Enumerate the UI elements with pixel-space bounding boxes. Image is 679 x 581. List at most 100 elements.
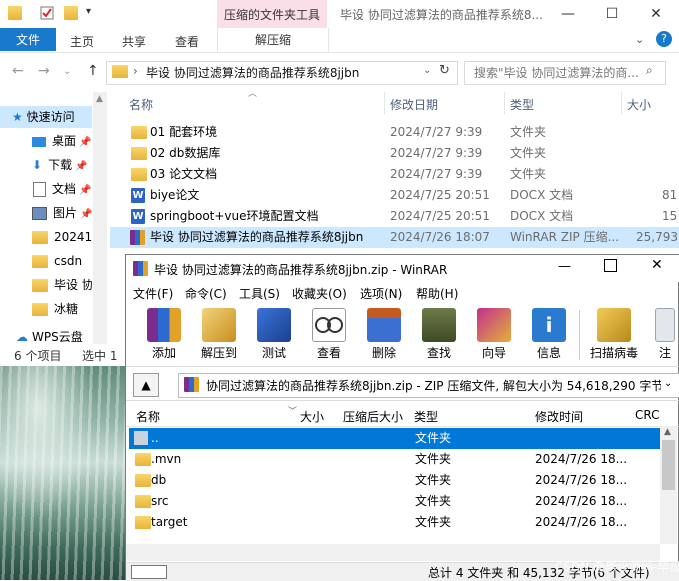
pin-icon: 📌 (72, 161, 88, 172)
winrar-app-icon[interactable] (133, 261, 148, 276)
sidebar-item-desktop[interactable]: 桌面 📌 (0, 130, 92, 152)
sidebar-item-bingtang[interactable]: 冰糖 (0, 298, 92, 320)
sidebar-item-quick-access[interactable]: ★ 快速访问 (0, 106, 92, 128)
column-divider[interactable] (504, 92, 505, 114)
winrar-minimize-button[interactable]: — (558, 259, 571, 274)
new-folder-icon[interactable] (64, 6, 78, 20)
ribbon-expand-icon[interactable]: ⌄ (635, 33, 644, 46)
sidebar-item-downloads[interactable]: ⬇ 下载 📌 (0, 154, 92, 176)
file-row[interactable]: 03 论文文档 2024/7/27 9:39 文件夹 (110, 164, 679, 185)
rar-column-packed[interactable]: 压缩后大小 (343, 408, 403, 425)
menu-favorites[interactable]: 收藏夹(O) (292, 285, 347, 302)
rar-column-size[interactable]: 大小 (300, 408, 324, 425)
winrar-close-button[interactable]: ✕ (651, 257, 663, 273)
pin-icon: 📌 (77, 209, 92, 220)
tab-home[interactable]: 主页 (70, 33, 94, 50)
winrar-maximize-button[interactable] (604, 259, 617, 272)
folder-icon[interactable] (8, 6, 22, 20)
archive-row[interactable]: src 文件夹 2024/7/26 18... (129, 491, 660, 512)
file-row[interactable]: W biye论文 2024/7/25 20:51 DOCX 文档 81 (110, 185, 679, 206)
address-text[interactable]: 毕设 协同过滤算法的商品推荐系统8jjbn (146, 64, 359, 81)
quick-access-dropdown-icon[interactable]: ▾ (86, 6, 91, 17)
cloud-icon: ☁ (16, 330, 28, 344)
up-arrow-icon: ▲ (141, 378, 151, 392)
file-row[interactable]: 01 配套环境 2024/7/27 9:39 文件夹 (110, 122, 679, 143)
column-divider[interactable] (621, 92, 622, 114)
scroll-up-icon[interactable]: ▲ (96, 94, 103, 104)
rar-column-name[interactable]: 名称 (136, 408, 160, 425)
folder-icon (32, 303, 48, 316)
toolbar-add-button[interactable]: 添加 (136, 306, 192, 364)
maximize-button[interactable]: ☐ (590, 0, 634, 28)
sidebar-item-bishe[interactable]: 毕设 协 (0, 274, 92, 296)
back-icon[interactable]: ← (12, 63, 24, 79)
tab-share[interactable]: 共享 (122, 33, 146, 50)
menu-tools[interactable]: 工具(S) (239, 285, 280, 302)
file-row-selected[interactable]: 毕设 协同过滤算法的商品推荐系统8jjbn 2024/7/26 18:07 Wi… (110, 227, 679, 248)
toolbar-test-button[interactable]: 测试 (246, 306, 302, 364)
toolbar-find-button[interactable]: 查找 (411, 306, 467, 364)
minimize-button[interactable]: — (546, 0, 590, 28)
sort-ascending-icon: ︿ (248, 89, 258, 99)
recent-dropdown-icon[interactable]: ⌄ (63, 66, 71, 77)
add-archive-icon (147, 308, 181, 342)
toolbar-view-button[interactable]: 查看 (301, 306, 357, 364)
column-date[interactable]: 修改日期 (390, 96, 438, 113)
sidebar-item-pictures[interactable]: 图片 📌 (0, 202, 92, 224)
column-divider[interactable] (384, 92, 385, 114)
toolbar-comment-button[interactable]: 注 (651, 306, 679, 364)
extract-to-icon (202, 308, 236, 342)
toolbar-wizard-button[interactable]: 向导 (466, 306, 522, 364)
sidebar-item-csdn[interactable]: csdn (0, 250, 92, 272)
wizard-icon (477, 308, 511, 342)
address-dropdown-icon[interactable]: ⌄ (423, 65, 431, 76)
up-icon[interactable]: ↑ (87, 63, 99, 79)
search-placeholder[interactable]: 搜索"毕设 协同过滤算法的商... (474, 64, 659, 81)
tab-extract[interactable]: 解压缩 (217, 28, 329, 52)
tab-view[interactable]: 查看 (175, 33, 199, 50)
toolbar-delete-button[interactable]: 删除 (356, 306, 412, 364)
sidebar-item-wps[interactable]: ☁ WPS云盘 (0, 330, 92, 344)
menu-file[interactable]: 文件(F) (133, 285, 173, 302)
sidebar-item-202412[interactable]: 202412 (0, 226, 92, 248)
file-row[interactable]: W springboot+vue环境配置文档 2024/7/25 20:51 D… (110, 206, 679, 227)
sidebar-scrollbar[interactable] (93, 92, 107, 344)
menu-commands[interactable]: 命令(C) (185, 285, 227, 302)
breadcrumb-chevron-icon[interactable]: › (133, 64, 138, 78)
rar-column-modified[interactable]: 修改时间 (535, 408, 583, 425)
path-dropdown-icon[interactable]: ⌄ (664, 378, 672, 389)
menu-help[interactable]: 帮助(H) (416, 285, 458, 302)
context-tab[interactable]: 压缩的文件夹工具 (217, 6, 327, 23)
tab-file[interactable]: 文件 (0, 28, 56, 51)
archive-row[interactable]: target 文件夹 2024/7/26 18... (129, 512, 660, 533)
scroll-thumb[interactable] (662, 440, 675, 490)
archive-row[interactable]: db 文件夹 2024/7/26 18... (129, 470, 660, 491)
forward-icon[interactable]: → (38, 63, 50, 79)
refresh-icon[interactable]: ↻ (439, 63, 450, 78)
column-type[interactable]: 类型 (510, 96, 534, 113)
menu-options[interactable]: 选项(N) (360, 285, 402, 302)
help-icon[interactable]: ? (656, 31, 672, 47)
sidebar-item-documents[interactable]: 文档 📌 (0, 178, 92, 200)
ribbon-bar (0, 28, 679, 53)
toolbar-scan-virus-button[interactable]: 扫描病毒 (586, 306, 642, 364)
toolbar-extract-button[interactable]: 解压到 (191, 306, 247, 364)
star-icon: ★ (12, 110, 23, 124)
properties-icon[interactable] (40, 6, 54, 20)
drive-icon[interactable] (131, 565, 167, 579)
up-folder-button[interactable]: ▲ (133, 373, 159, 397)
column-name[interactable]: 名称 (129, 96, 153, 113)
search-icon[interactable]: ⌕ (646, 63, 653, 78)
rar-column-type[interactable]: 类型 (414, 408, 438, 425)
desktop-icon (32, 136, 46, 147)
sort-icon: ﹀ (288, 407, 298, 417)
archive-row[interactable]: .mvn 文件夹 2024/7/26 18... (129, 449, 660, 470)
column-size[interactable]: 大小 (627, 96, 651, 113)
rar-column-crc[interactable]: CRC (635, 408, 660, 422)
toolbar-info-button[interactable]: i 信息 (521, 306, 577, 364)
folder-icon (131, 126, 147, 139)
scroll-up-icon[interactable]: ▲ (664, 427, 671, 437)
close-button[interactable]: ✕ (634, 0, 678, 28)
archive-row-parent[interactable]: .. 文件夹 (129, 428, 660, 449)
file-row[interactable]: 02 db数据库 2024/7/27 9:39 文件夹 (110, 143, 679, 164)
